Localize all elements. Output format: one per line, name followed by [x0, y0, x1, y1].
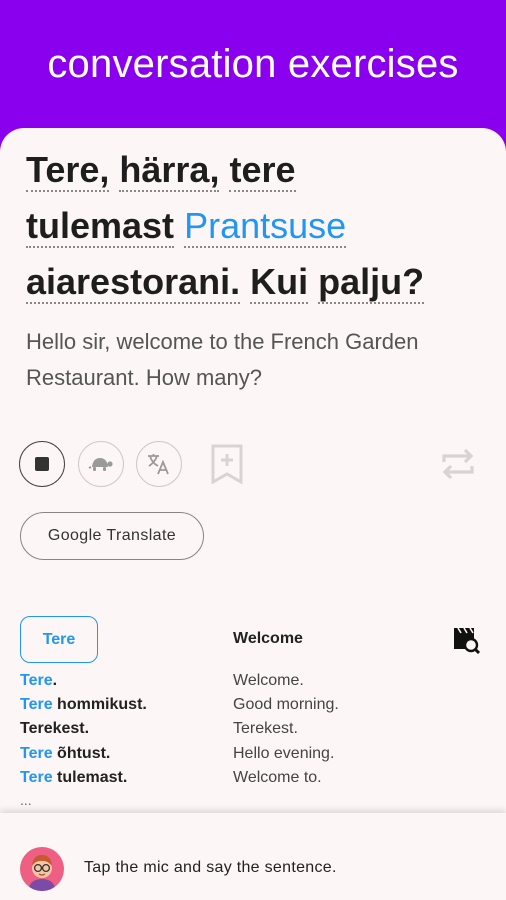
- example-source: Tere õhtust.: [20, 745, 111, 762]
- example-translation: Hello evening.: [233, 745, 335, 762]
- sentence-line-1: Tere, härra, tere: [26, 142, 486, 198]
- example-translation: Welcome to.: [233, 769, 322, 786]
- sentence-word[interactable]: härra,: [119, 149, 220, 192]
- example-row[interactable]: Tere hommikust. Good morning.: [20, 696, 490, 720]
- target-sentence: Tere, härra, tere tulemast Prantsuse aia…: [26, 142, 486, 310]
- example-source: Tere hommikust.: [20, 696, 147, 713]
- example-translation: Terekest.: [233, 720, 298, 737]
- word-meaning: Welcome: [233, 630, 303, 647]
- example-row[interactable]: Tere tulemast. Welcome to.: [20, 769, 490, 793]
- movie-search-icon[interactable]: [452, 626, 480, 654]
- example-row[interactable]: Tere õhtust. Hello evening.: [20, 745, 490, 769]
- sentence-word[interactable]: Tere,: [26, 149, 110, 192]
- repeat-icon[interactable]: [438, 444, 478, 484]
- stop-button[interactable]: [19, 441, 65, 487]
- sentence-line-2: tulemast Prantsuse: [26, 198, 486, 254]
- example-row[interactable]: Tere. Welcome.: [20, 672, 490, 696]
- sentence-word[interactable]: tere: [229, 149, 296, 192]
- sentence-word-highlighted[interactable]: Prantsuse: [184, 205, 347, 248]
- sentence-word[interactable]: tulemast: [26, 205, 175, 248]
- slow-playback-button[interactable]: [78, 441, 124, 487]
- sentence-word[interactable]: palju?: [318, 261, 425, 304]
- translate-button[interactable]: [136, 441, 182, 487]
- sentence-translation: Hello sir, welcome to the French Garden …: [26, 329, 419, 390]
- selected-word-chip[interactable]: Tere: [20, 616, 98, 663]
- bookmark-add-icon[interactable]: [210, 444, 244, 484]
- mic-prompt-text: Tap the mic and say the sentence.: [84, 859, 337, 876]
- google-translate-button[interactable]: Google Translate: [20, 512, 204, 560]
- exercise-card: Tere, härra, tere tulemast Prantsuse aia…: [0, 128, 506, 900]
- bottom-prompt-bar: Tap the mic and say the sentence.: [0, 813, 506, 900]
- app-header: conversation exercises: [0, 0, 506, 140]
- example-source: Terekest.: [20, 720, 90, 737]
- stop-icon: [35, 457, 49, 471]
- tutor-avatar: [20, 847, 64, 891]
- turtle-icon: [88, 458, 113, 471]
- avatar-illustration: [28, 855, 56, 891]
- translate-icon: [148, 454, 169, 475]
- more-examples-ellipsis: ...: [20, 792, 32, 808]
- sentence-word[interactable]: Kui: [250, 261, 309, 304]
- example-translation: Welcome.: [233, 672, 304, 689]
- example-row[interactable]: Terekest. Terekest.: [20, 720, 490, 744]
- example-source: Tere tulemast.: [20, 769, 128, 786]
- sentence-word[interactable]: aiarestorani.: [26, 261, 241, 304]
- header-title: conversation exercises: [47, 42, 459, 86]
- sentence-line-3: aiarestorani. Kui palju?: [26, 254, 486, 310]
- example-source: Tere.: [20, 672, 58, 689]
- example-translation: Good morning.: [233, 696, 339, 713]
